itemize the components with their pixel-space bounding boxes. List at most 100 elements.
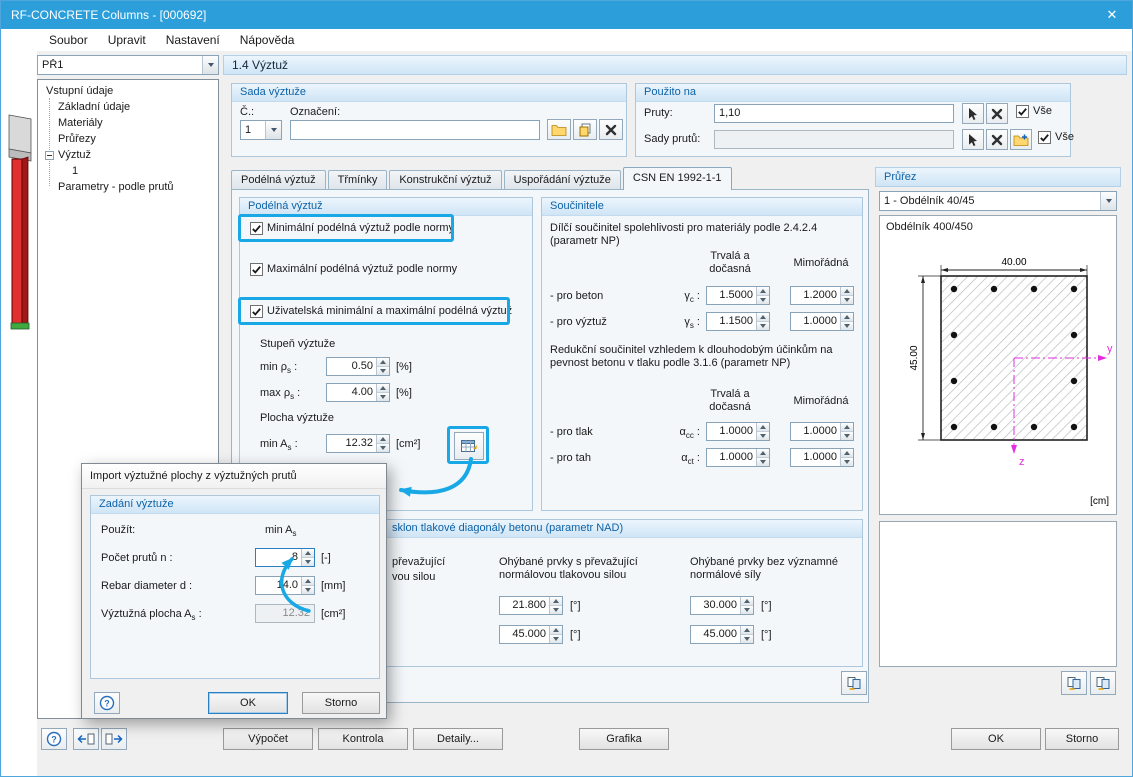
- next-window-button[interactable]: [101, 728, 127, 750]
- alpha-cc-accidental-spinner[interactable]: 1.0000: [790, 422, 854, 441]
- tab-trminky[interactable]: Třmínky: [327, 170, 388, 190]
- spin-down-icon[interactable]: [377, 443, 389, 452]
- graphics-button[interactable]: Grafika: [579, 728, 669, 750]
- menu-soubor[interactable]: Soubor: [39, 29, 98, 51]
- dialog-help-button[interactable]: ?: [94, 692, 120, 714]
- spin-up-icon[interactable]: [741, 626, 753, 634]
- delete-set-button[interactable]: [599, 119, 623, 140]
- tab-usporadani-vyztuze[interactable]: Uspořádání výztuže: [503, 170, 621, 190]
- cancel-button[interactable]: Storno: [1045, 728, 1119, 750]
- strut-mid-angle-2-spinner[interactable]: 45.000: [499, 625, 563, 644]
- spin-down-icon[interactable]: [302, 557, 314, 566]
- chevron-down-icon[interactable]: [1100, 192, 1116, 210]
- section-dropdown[interactable]: 1 - Obdélník 40/45: [879, 191, 1117, 211]
- tree-item-vstupni-udaje[interactable]: Vstupní údaje: [46, 84, 113, 98]
- case-dropdown[interactable]: PŘ1: [37, 55, 219, 75]
- min-rho-spinner[interactable]: 0.50: [326, 357, 390, 376]
- bars-count-spinner[interactable]: 8: [255, 548, 315, 567]
- clear-sets-button[interactable]: [986, 129, 1008, 150]
- min-as-spinner[interactable]: 12.32: [326, 434, 390, 453]
- dialog-cancel-button[interactable]: Storno: [302, 692, 380, 714]
- strut-right-angle-2-spinner[interactable]: 45.000: [690, 625, 754, 644]
- tab-podelna-vyztuz[interactable]: Podélná výztuž: [231, 170, 326, 190]
- spin-up-icon[interactable]: [757, 449, 769, 457]
- spin-down-icon[interactable]: [377, 366, 389, 375]
- spin-down-icon[interactable]: [841, 431, 853, 440]
- help-button[interactable]: ?: [41, 728, 67, 750]
- strut-mid-angle-1-spinner[interactable]: 21.800: [499, 596, 563, 615]
- transfer-parameters-all-button[interactable]: [1090, 671, 1116, 695]
- alpha-ct-accidental-spinner[interactable]: 1.0000: [790, 448, 854, 467]
- spin-down-icon[interactable]: [741, 634, 753, 643]
- calculate-button[interactable]: Výpočet: [223, 728, 313, 750]
- menu-upravit[interactable]: Upravit: [98, 29, 156, 51]
- menu-nastaveni[interactable]: Nastavení: [156, 29, 230, 51]
- close-icon[interactable]: ✕: [1090, 1, 1132, 29]
- tree-collapse-icon[interactable]: [45, 151, 54, 160]
- new-member-set-button[interactable]: [1010, 129, 1032, 150]
- gamma-c-permanent-spinner[interactable]: 1.5000: [706, 286, 770, 305]
- dialog-ok-button[interactable]: OK: [208, 692, 288, 714]
- spin-down-icon[interactable]: [757, 295, 769, 304]
- spin-up-icon[interactable]: [377, 384, 389, 392]
- spin-up-icon[interactable]: [841, 449, 853, 457]
- details-button[interactable]: Detaily...: [413, 728, 503, 750]
- max-reinforcement-checkbox[interactable]: Maximální podélná výztuž podle normy: [250, 263, 457, 276]
- spin-up-icon[interactable]: [757, 287, 769, 295]
- tree-item-parametry[interactable]: Parametry - podle prutů: [58, 180, 174, 194]
- clear-members-button[interactable]: [986, 103, 1008, 124]
- spin-down-icon[interactable]: [841, 295, 853, 304]
- new-set-button[interactable]: [547, 119, 571, 140]
- spin-down-icon[interactable]: [377, 392, 389, 401]
- spin-down-icon[interactable]: [841, 457, 853, 466]
- tree-item-vyztuz[interactable]: Výztuž: [58, 148, 91, 162]
- set-name-input[interactable]: [290, 120, 540, 140]
- transfer-parameters-button[interactable]: [841, 671, 867, 695]
- spin-up-icon[interactable]: [377, 358, 389, 366]
- spin-down-icon[interactable]: [302, 585, 314, 594]
- ok-button[interactable]: OK: [951, 728, 1041, 750]
- spin-up-icon[interactable]: [377, 435, 389, 443]
- set-number-dropdown[interactable]: 1: [240, 120, 282, 140]
- strut-right-angle-1-spinner[interactable]: 30.000: [690, 596, 754, 615]
- gamma-c-accidental-spinner[interactable]: 1.2000: [790, 286, 854, 305]
- menu-napoveda[interactable]: Nápověda: [230, 29, 305, 51]
- spin-up-icon[interactable]: [841, 287, 853, 295]
- min-reinforcement-checkbox[interactable]: Minimální podélná výztuž podle normy: [250, 222, 454, 235]
- members-input[interactable]: 1,10: [714, 104, 954, 123]
- spin-down-icon[interactable]: [757, 321, 769, 330]
- tree-item-1[interactable]: 1: [72, 164, 78, 178]
- pick-sets-button[interactable]: [962, 129, 984, 150]
- spin-down-icon[interactable]: [757, 457, 769, 466]
- gamma-s-accidental-spinner[interactable]: 1.0000: [790, 312, 854, 331]
- alpha-cc-permanent-spinner[interactable]: 1.0000: [706, 422, 770, 441]
- tree-item-materialy[interactable]: Materiály: [58, 116, 103, 130]
- check-button[interactable]: Kontrola: [318, 728, 408, 750]
- alpha-ct-permanent-spinner[interactable]: 1.0000: [706, 448, 770, 467]
- tree-item-zakladni-udaje[interactable]: Základní údaje: [58, 100, 130, 114]
- spin-down-icon[interactable]: [550, 634, 562, 643]
- user-minmax-checkbox[interactable]: Uživatelská minimální a maximální podéln…: [250, 305, 512, 318]
- previous-window-button[interactable]: [73, 728, 99, 750]
- gamma-s-permanent-spinner[interactable]: 1.1500: [706, 312, 770, 331]
- transfer-parameters-button[interactable]: [1061, 671, 1087, 695]
- spin-down-icon[interactable]: [741, 605, 753, 614]
- spin-up-icon[interactable]: [757, 423, 769, 431]
- pick-members-button[interactable]: [962, 103, 984, 124]
- spin-down-icon[interactable]: [757, 431, 769, 440]
- chevron-down-icon[interactable]: [202, 56, 218, 74]
- import-rebar-area-button[interactable]: [454, 432, 484, 460]
- spin-down-icon[interactable]: [841, 321, 853, 330]
- spin-up-icon[interactable]: [841, 313, 853, 321]
- tab-konstrukcni-vyztuz[interactable]: Konstrukční výztuž: [389, 170, 502, 190]
- tree-item-prurezy[interactable]: Průřezy: [58, 132, 96, 146]
- spin-up-icon[interactable]: [741, 597, 753, 605]
- chevron-down-icon[interactable]: [265, 121, 281, 139]
- rebar-diameter-spinner[interactable]: 14.0: [255, 576, 315, 595]
- copy-set-button[interactable]: [573, 119, 597, 140]
- sets-all-checkbox[interactable]: Vše: [1038, 131, 1074, 144]
- spin-up-icon[interactable]: [302, 577, 314, 585]
- spin-up-icon[interactable]: [841, 423, 853, 431]
- members-all-checkbox[interactable]: Vše: [1016, 105, 1052, 118]
- tab-csn-en-1992-1-1[interactable]: CSN EN 1992-1-1: [622, 167, 732, 190]
